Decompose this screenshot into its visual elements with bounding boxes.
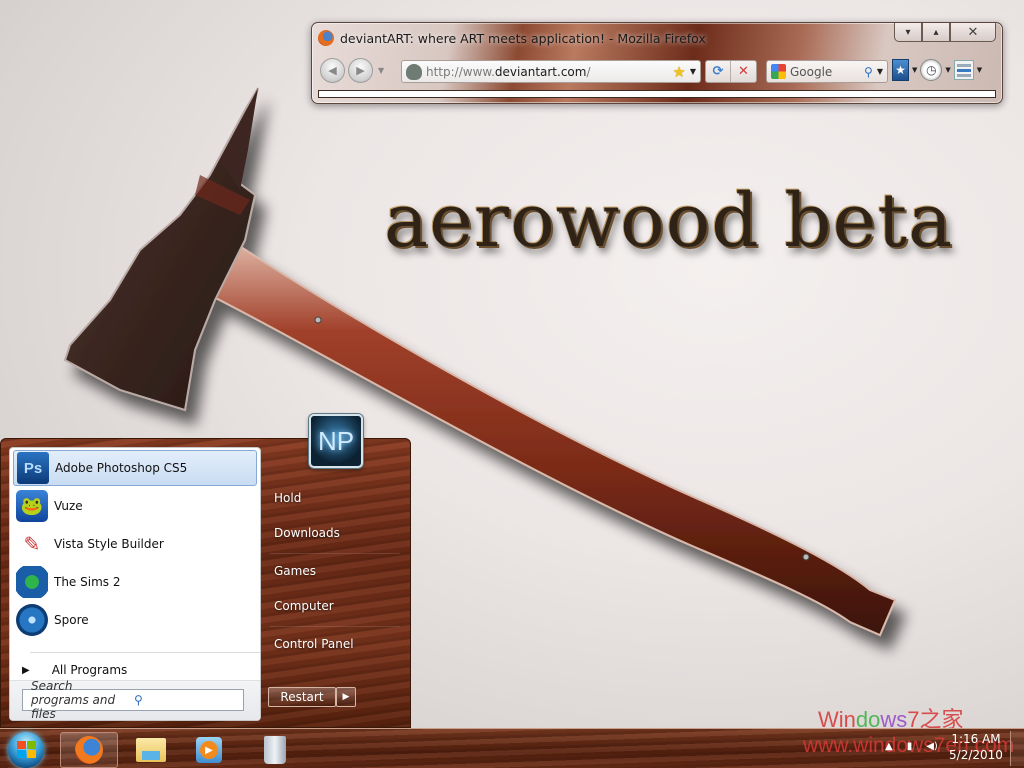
history-dropdown[interactable]: ▼ — [378, 66, 384, 75]
url-domain: deviantart.com — [494, 64, 587, 79]
search-placeholder: Search programs and files — [31, 679, 116, 721]
wallpaper-title: aerowood beta — [384, 178, 954, 264]
place-control-panel[interactable]: Control Panel — [274, 637, 354, 651]
maximize-button[interactable]: ▴ — [922, 23, 950, 42]
recycle-bin-icon — [264, 736, 286, 764]
divider — [30, 652, 260, 653]
search-engine-label[interactable]: Google — [790, 65, 864, 79]
taskbar-recycle-bin-button[interactable] — [246, 732, 304, 768]
google-icon — [771, 64, 786, 79]
photoshop-icon: Ps — [17, 452, 49, 484]
firefox-window[interactable]: deviantART: where ART meets application!… — [311, 22, 1003, 104]
taskbar-firefox-button[interactable] — [60, 732, 118, 768]
firefox-icon — [318, 30, 334, 46]
start-search-input[interactable]: Search programs and files ⚲ — [22, 679, 244, 721]
search-engine-dropdown[interactable]: ▼ — [877, 67, 883, 76]
axe-head — [63, 87, 259, 412]
play-icon: ▶ — [200, 741, 218, 759]
vuze-icon: 🐸 — [16, 490, 48, 522]
bookmarks-dropdown[interactable]: ▼ — [912, 66, 917, 74]
browser-content-area[interactable] — [318, 90, 996, 98]
window-title: deviantART: where ART meets application!… — [340, 30, 706, 46]
page-menu-icon[interactable] — [953, 60, 974, 80]
all-programs-label: All Programs — [51, 663, 128, 677]
clock-date: 5/2/2010 — [949, 748, 1003, 762]
spore-icon — [16, 604, 48, 636]
history-dropdown-icon[interactable]: ▼ — [945, 66, 950, 74]
minimize-button[interactable]: ▾ — [894, 23, 922, 42]
url-dropdown[interactable]: ▼ — [690, 67, 696, 76]
bookmark-star-icon[interactable]: ★ — [672, 63, 685, 81]
program-label: Adobe Photoshop CS5 — [55, 461, 188, 475]
divider — [270, 626, 400, 627]
divider — [270, 553, 400, 554]
clock-time: 1:16 AM — [951, 732, 1001, 746]
toolbar-extras: ★ ▼ ◷ ▼ ▼ — [892, 59, 982, 81]
stop-button[interactable]: ✕ — [731, 61, 756, 82]
search-icon[interactable]: ⚲ — [864, 65, 873, 79]
page-menu-dropdown[interactable]: ▼ — [977, 66, 982, 74]
vista-style-builder-icon: ✎ — [23, 532, 41, 556]
address-bar[interactable]: http://www.deviantart.com/ ★ ▼ — [401, 60, 701, 83]
program-item-vista-style-builder[interactable]: ✎ Vista Style Builder — [13, 526, 257, 562]
place-computer[interactable]: Computer — [274, 599, 334, 613]
program-label: Vista Style Builder — [54, 537, 164, 551]
program-item-vuze[interactable]: 🐸 Vuze — [13, 488, 257, 524]
clock[interactable]: 1:16 AM 5/2/2010 — [946, 731, 1006, 763]
bookmarks-icon[interactable]: ★ — [892, 59, 909, 81]
notification-area: ▲ ▮ ◀) — [885, 741, 938, 752]
media-player-icon: ▶ — [196, 737, 222, 763]
search-area: Search programs and files ⚲ — [10, 679, 260, 721]
start-menu: Ps Adobe Photoshop CS5 🐸 Vuze ✎ Vista St… — [0, 438, 411, 728]
user-picture-avatar[interactable]: NP — [309, 414, 363, 468]
program-item-spore[interactable]: Spore — [13, 602, 257, 638]
restart-button[interactable]: Restart — [268, 687, 336, 707]
search-bar[interactable]: Google ⚲ ▼ — [766, 60, 888, 83]
close-button[interactable]: ✕ — [950, 23, 996, 42]
folder-icon — [136, 738, 166, 762]
show-desktop-button[interactable] — [1010, 731, 1024, 766]
taskbar-media-player-button[interactable]: ▶ — [180, 732, 238, 768]
program-label: Vuze — [54, 499, 83, 513]
program-item-photoshop[interactable]: Ps Adobe Photoshop CS5 — [13, 450, 257, 486]
programs-pane: Ps Adobe Photoshop CS5 🐸 Vuze ✎ Vista St… — [9, 447, 261, 721]
place-games[interactable]: Games — [274, 564, 316, 578]
firefox-icon — [75, 736, 103, 764]
all-programs-button[interactable]: ▶ All Programs — [22, 660, 127, 680]
network-icon[interactable]: ▮ — [907, 741, 913, 752]
taskbar-explorer-button[interactable] — [122, 732, 180, 768]
show-hidden-icons-arrow-icon[interactable]: ▲ — [885, 741, 893, 752]
navigation-buttons: ◀ ▶ ▼ — [320, 58, 384, 83]
place-downloads[interactable]: Downloads — [274, 526, 340, 540]
sims-icon — [16, 566, 48, 598]
reload-stop-group: ⟳ ✕ — [705, 60, 757, 83]
reload-button[interactable]: ⟳ — [706, 61, 731, 82]
url-suffix: / — [586, 64, 591, 79]
title-bar[interactable]: deviantART: where ART meets application!… — [318, 28, 706, 48]
start-button[interactable] — [8, 732, 44, 768]
history-clock-icon[interactable]: ◷ — [920, 59, 943, 81]
back-button[interactable]: ◀ — [320, 58, 345, 83]
caption-buttons: ▾ ▴ ✕ — [894, 23, 996, 42]
volume-icon[interactable]: ◀) — [926, 741, 938, 752]
url-text[interactable]: http://www.deviantart.com/ — [426, 65, 672, 79]
shutdown-options-button[interactable]: ▶ — [336, 687, 356, 707]
search-icon[interactable]: ⚲ — [134, 693, 237, 707]
handle-rivet — [802, 553, 810, 561]
url-prefix: http://www. — [426, 64, 495, 79]
program-label: The Sims 2 — [54, 575, 121, 589]
triangle-right-icon: ▶ — [22, 664, 30, 676]
forward-button[interactable]: ▶ — [348, 58, 373, 83]
place-hold[interactable]: Hold — [274, 491, 301, 505]
handle-rivet — [314, 316, 322, 324]
deviantart-favicon-icon — [406, 63, 422, 80]
program-item-the-sims-2[interactable]: The Sims 2 — [13, 564, 257, 600]
program-label: Spore — [54, 613, 89, 627]
